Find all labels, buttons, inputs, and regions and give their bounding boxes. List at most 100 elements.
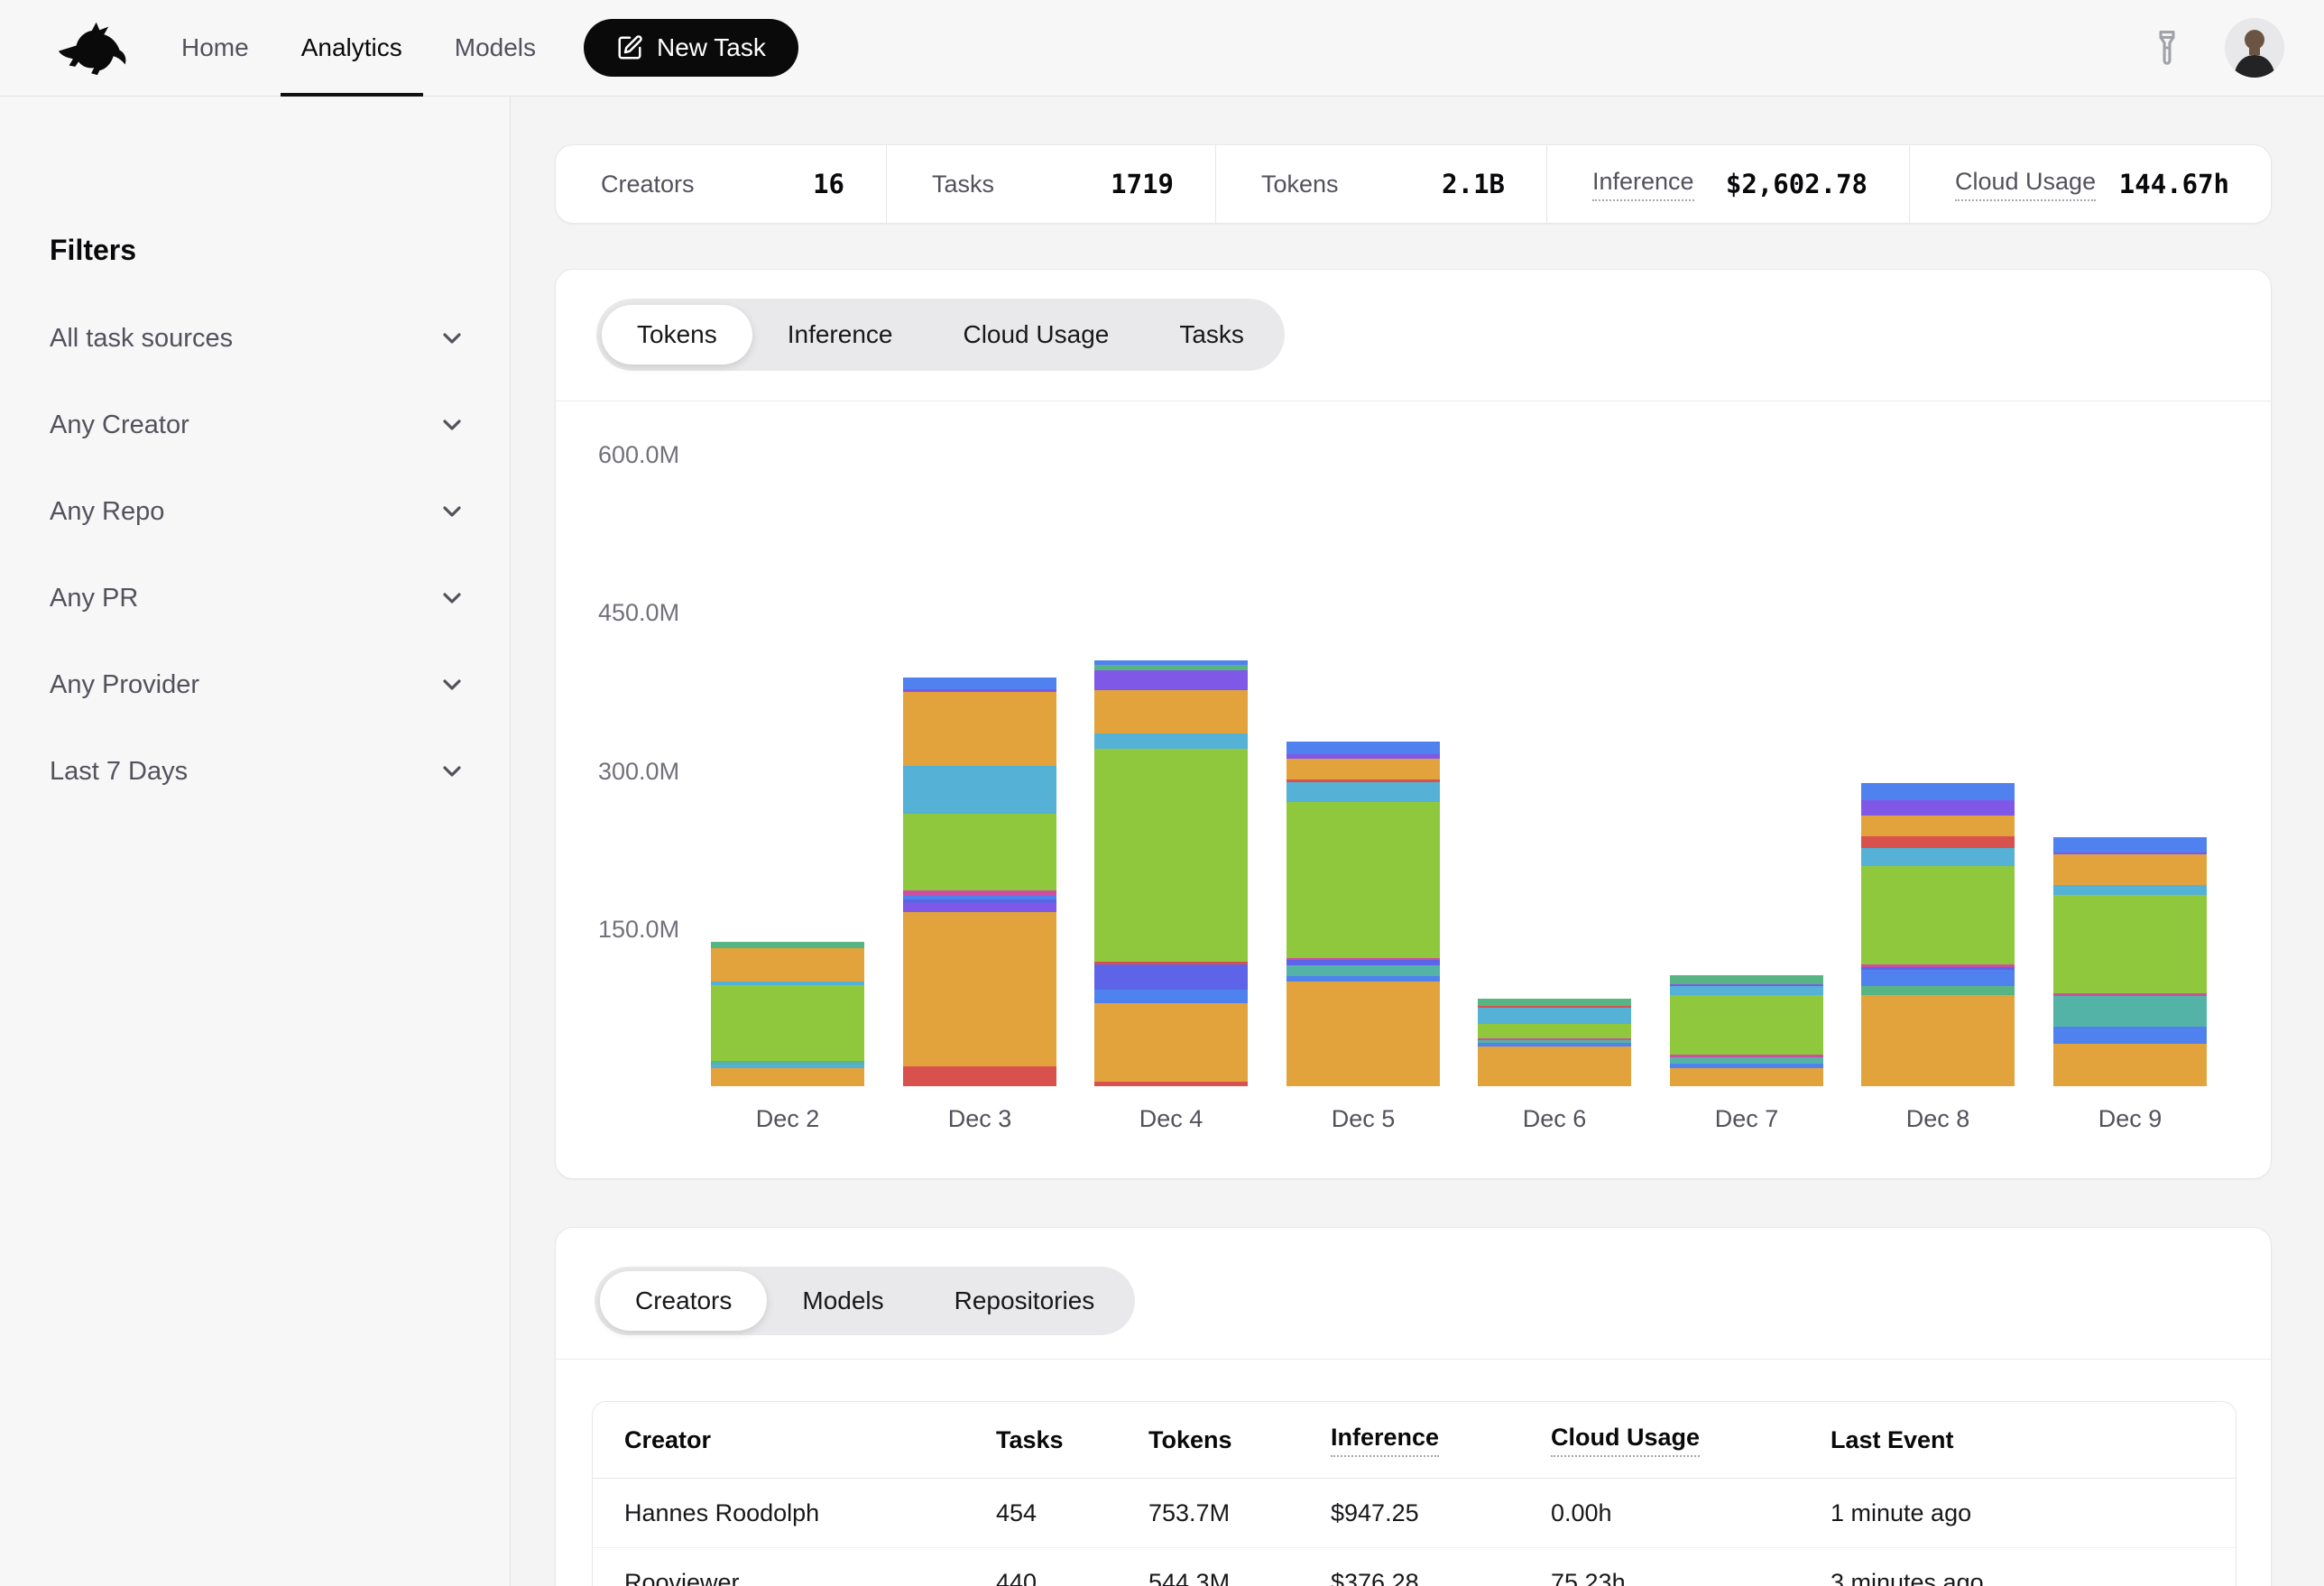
bar-dec-6[interactable]: [1478, 999, 1631, 1086]
bar-segment-red: [903, 1066, 1056, 1086]
bar-dec-9[interactable]: [2053, 837, 2207, 1086]
bar-segment-green: [1478, 1024, 1631, 1037]
column-header-cloud-usage[interactable]: Cloud Usage: [1551, 1424, 1831, 1457]
bar-segment-orange: [1861, 816, 2015, 836]
chart-metric-tabs: TokensInferenceCloud UsageTasks: [596, 299, 1285, 371]
bar-segment-royalblue: [1094, 990, 1248, 1003]
tab-tokens[interactable]: Tokens: [602, 305, 752, 364]
filter-any-provider[interactable]: Any Provider: [50, 641, 466, 728]
bar-segment-teal: [2053, 996, 2207, 1027]
column-header-label: Creator: [624, 1426, 711, 1454]
column-header-label: Cloud Usage: [1551, 1424, 1700, 1457]
bar-segment-green: [1094, 749, 1248, 962]
column-header-tasks: Tasks: [996, 1426, 1148, 1454]
new-task-button[interactable]: New Task: [584, 19, 798, 77]
nav-item-home[interactable]: Home: [155, 0, 275, 96]
filter-label: All task sources: [50, 324, 233, 354]
filter-label: Last 7 Days: [50, 757, 188, 787]
cell-tasks: 454: [996, 1499, 1148, 1527]
bar-segment-seagreen: [1670, 975, 1823, 984]
chevron-down-icon: [438, 584, 466, 613]
cell-tokens: 544.3M: [1148, 1569, 1331, 1586]
stat-label[interactable]: Cloud Usage: [1955, 168, 2096, 201]
filter-any-repo[interactable]: Any Repo: [50, 468, 466, 555]
x-axis-label: Dec 2: [711, 1105, 864, 1133]
kangaroo-logo-icon[interactable]: [54, 19, 132, 77]
breakdown-card: CreatorsModelsRepositories Creator TasksT…: [555, 1227, 2272, 1586]
bar-dec-3[interactable]: [903, 678, 1056, 1086]
column-header-tokens: Tokens: [1148, 1426, 1331, 1454]
filter-any-creator[interactable]: Any Creator: [50, 382, 466, 468]
bar-segment-skyblue: [1286, 782, 1440, 803]
tab-repositories[interactable]: Repositories: [919, 1271, 1130, 1331]
cell-last-event: 3 minutes ago: [1831, 1569, 2236, 1586]
x-axis-label: Dec 7: [1670, 1105, 1823, 1133]
bar-segment-orange: [903, 912, 1056, 1066]
tab-inference[interactable]: Inference: [752, 305, 928, 364]
cell-creator: Rooviewer: [624, 1569, 996, 1586]
stat-value: 1719: [1111, 169, 1174, 199]
bar-segment-green: [903, 814, 1056, 890]
cell-cloud-usage: 75.23h: [1551, 1569, 1831, 1586]
stat-value: 16: [813, 169, 844, 199]
bar-segment-skyblue: [1670, 986, 1823, 995]
nav-item-models[interactable]: Models: [429, 0, 562, 96]
filter-all-task-sources[interactable]: All task sources: [50, 295, 466, 382]
y-axis-tick: 300.0M: [598, 760, 679, 784]
x-axis-label: Dec 6: [1478, 1105, 1631, 1133]
column-header-label: Last Event: [1831, 1426, 1954, 1454]
bar-dec-8[interactable]: [1861, 783, 2015, 1086]
filter-list: All task sourcesAny CreatorAny RepoAny P…: [50, 295, 466, 815]
filter-last-7-days[interactable]: Last 7 Days: [50, 728, 466, 815]
flashlight-icon[interactable]: [2147, 28, 2187, 68]
bar-segment-orange: [1094, 690, 1248, 733]
bar-segment-skyblue: [1478, 1008, 1631, 1025]
bar-segment-teal: [1670, 1057, 1823, 1064]
filters-sidebar: Filters All task sourcesAny CreatorAny R…: [0, 97, 511, 1586]
breakdown-tabs: CreatorsModelsRepositories: [595, 1267, 1135, 1335]
table-row-hannes-roodolph[interactable]: Hannes Roodolph454753.7M$947.250.00h1 mi…: [593, 1479, 2236, 1547]
bar-segment-orange: [903, 692, 1056, 766]
column-header-label: Inference: [1331, 1424, 1439, 1457]
bar-segment-royalblue: [1861, 783, 2015, 800]
bar-segment-green: [1286, 802, 1440, 957]
avatar-photo: [2225, 18, 2284, 78]
user-avatar[interactable]: [2225, 18, 2284, 78]
tab-creators[interactable]: Creators: [600, 1271, 767, 1331]
bar-dec-7[interactable]: [1670, 975, 1823, 1087]
stat-value: 2.1B: [1442, 169, 1505, 199]
table-row-rooviewer[interactable]: Rooviewer440544.3M$376.2875.23h3 minutes…: [593, 1547, 2236, 1586]
kangaroo-icon: [54, 19, 132, 77]
stat-label[interactable]: Inference: [1592, 168, 1694, 201]
summary-stats-bar: Creators16Tasks1719Tokens2.1BInference$2…: [555, 144, 2272, 224]
bar-segment-orange: [1286, 982, 1440, 1086]
column-header-inference[interactable]: Inference: [1331, 1424, 1551, 1457]
bar-segment-royalblue: [1861, 970, 2015, 986]
bar-segment-royalblue: [903, 678, 1056, 689]
bar-segment-royalblue: [2053, 837, 2207, 853]
x-axis-label: Dec 4: [1094, 1105, 1248, 1133]
bar-segment-green: [2053, 895, 2207, 993]
filter-any-pr[interactable]: Any PR: [50, 555, 466, 641]
bar-segment-orange: [2053, 1044, 2207, 1086]
square-pen-icon: [616, 34, 643, 61]
column-header-last-event: Last Event: [1831, 1426, 2236, 1454]
cell-inference: $947.25: [1331, 1499, 1551, 1527]
bar-segment-green: [1861, 866, 2015, 964]
nav-item-analytics[interactable]: Analytics: [275, 0, 429, 96]
bar-segment-red: [1861, 836, 2015, 848]
bar-segment-purple: [903, 903, 1056, 911]
tab-cloud-usage[interactable]: Cloud Usage: [927, 305, 1144, 364]
bar-segment-skyblue: [1094, 733, 1248, 748]
bar-dec-4[interactable]: [1094, 660, 1248, 1086]
bar-segment-orange: [1861, 995, 2015, 1086]
tab-tasks[interactable]: Tasks: [1144, 305, 1279, 364]
bar-dec-2[interactable]: [711, 942, 864, 1086]
bar-segment-royalblue: [2053, 1027, 2207, 1044]
bar-segment-orange: [1670, 1068, 1823, 1086]
bar-segment-red: [1094, 1082, 1248, 1086]
tab-models[interactable]: Models: [767, 1271, 918, 1331]
bar-segment-seagreen: [711, 942, 864, 948]
bar-dec-5[interactable]: [1286, 742, 1440, 1086]
bar-segment-green: [711, 985, 864, 1061]
